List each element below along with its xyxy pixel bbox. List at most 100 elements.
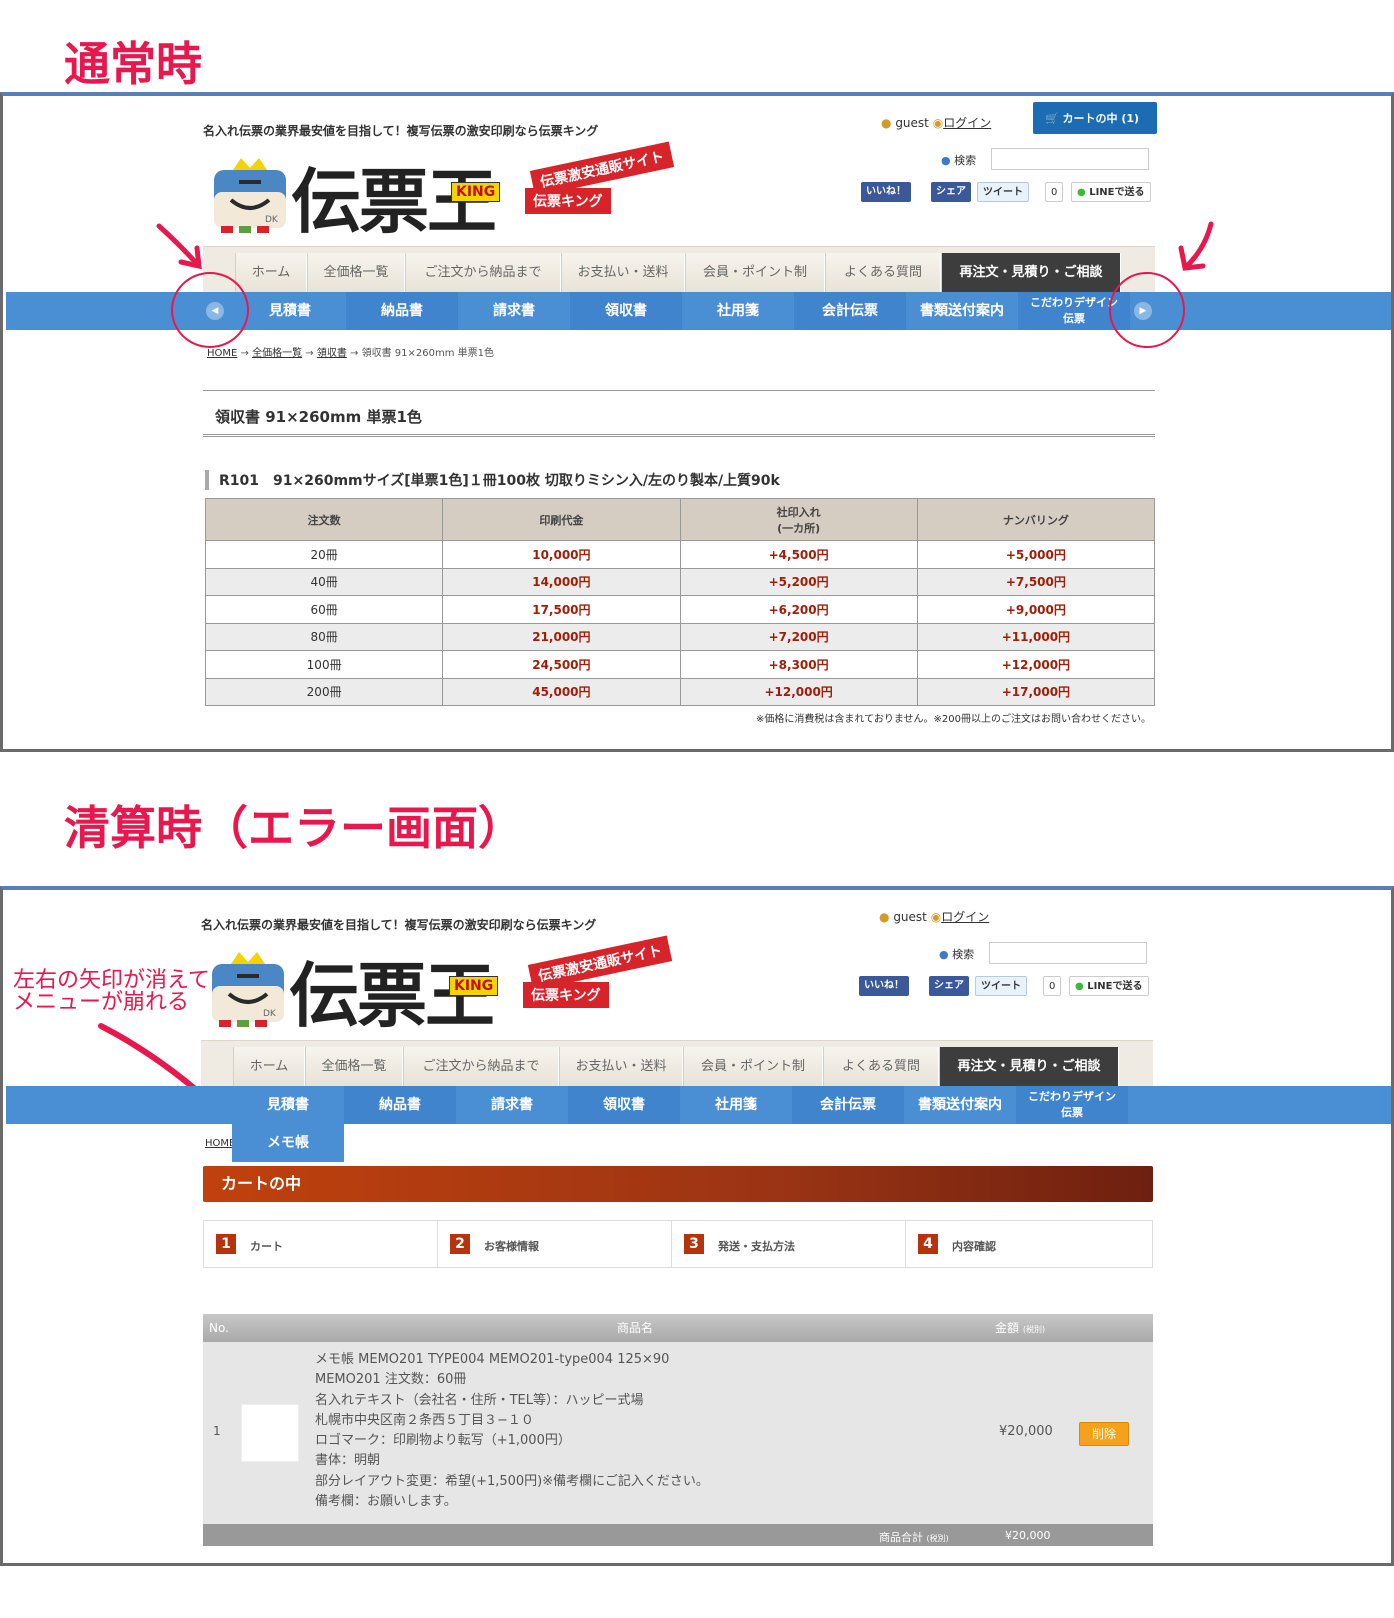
top-nav-order-flow[interactable]: ご注文から納品まで [405, 253, 561, 293]
line-icon: ● [1075, 981, 1084, 992]
category-nav-accounting[interactable]: 会計伝票 [794, 292, 906, 330]
category-nav-delivery[interactable]: 納品書 [344, 1086, 456, 1124]
breadcrumb-home[interactable]: HOME [207, 348, 237, 359]
subtotal-value: ¥20,000 [1005, 1529, 1051, 1542]
category-nav-design[interactable]: こだわりデザイン 伝票 [1016, 1086, 1128, 1124]
highlight-circle-left [171, 272, 249, 348]
highlight-circle-right [1109, 272, 1185, 348]
login-icon: ◉ [930, 910, 942, 924]
category-nav-invoice[interactable]: 請求書 [456, 1086, 568, 1124]
category-nav: 見積書 納品書 請求書 領収書 社用箋 会計伝票 書類送付案内 こだわりデザイン… [6, 1086, 1391, 1124]
divider [203, 434, 1155, 437]
top-nav-price-list[interactable]: 全価格一覧 [307, 253, 405, 293]
category-nav-receipt[interactable]: 領収書 [570, 292, 682, 330]
breadcrumb-price-list[interactable]: 全価格一覧 [252, 348, 302, 359]
top-nav-home[interactable]: ホーム [235, 253, 307, 293]
divider [203, 390, 1155, 391]
top-nav-member[interactable]: 会員・ポイント制 [683, 1047, 823, 1087]
category-nav-invoice[interactable]: 請求書 [458, 292, 570, 330]
facebook-like-button[interactable]: いいね！ [861, 182, 911, 202]
cart-icon: 🛒 [1045, 112, 1059, 125]
top-nav: ホーム 全価格一覧 ご注文から納品まで お支払い・送料 会員・ポイント制 よくあ… [203, 246, 1155, 293]
tweet-count: 0 [1043, 976, 1062, 996]
cart-item-description: メモ帳 MEMO201 TYPE004 MEMO201-type004 125×… [315, 1352, 709, 1510]
login-link[interactable]: ログイン [943, 116, 991, 130]
login-icon: ◉ [932, 116, 944, 130]
breadcrumb-category[interactable]: 領収書 [317, 348, 347, 359]
table-cell: +8,300円 [679, 650, 918, 679]
top-nav-payment[interactable]: お支払い・送料 [559, 1047, 683, 1087]
tweet-button[interactable]: ツイート [977, 182, 1029, 202]
overflow-menu-item-memo[interactable]: メモ帳 [232, 1124, 344, 1162]
top-nav-faq[interactable]: よくある質問 [825, 253, 941, 293]
price-note: ※価格に消費税は含まれておりません。※200冊以上のご注文はお問い合わせください… [756, 714, 1151, 725]
table-cell: 80冊 [204, 622, 444, 651]
table-cell: +12,000円 [916, 650, 1156, 679]
top-nav-price-list[interactable]: 全価格一覧 [305, 1047, 403, 1087]
page-title: 領収書 91×260mm 単票1色 [215, 408, 422, 426]
delete-button[interactable]: 削除 [1079, 1422, 1129, 1446]
checkout-step: 4 内容確認 [906, 1221, 1152, 1267]
top-nav: ホーム 全価格一覧 ご注文から納品まで お支払い・送料 会員・ポイント制 よくあ… [201, 1040, 1153, 1087]
table-cell: +5,000円 [916, 540, 1156, 569]
search-input[interactable] [989, 942, 1147, 964]
checkout-step: 1 カート [204, 1221, 438, 1267]
table-cell: +7,200円 [679, 622, 918, 651]
category-nav-delivery[interactable]: 納品書 [346, 292, 458, 330]
line-share-button[interactable]: ● LINEで送る [1069, 976, 1149, 996]
cart-col-no: No. [209, 1321, 229, 1335]
category-nav-estimate[interactable]: 見積書 [232, 1086, 344, 1124]
top-nav-payment[interactable]: お支払い・送料 [561, 253, 685, 293]
annotation-text: 左右の矢印が消えて メニューが崩れる [13, 968, 210, 1015]
table-cell: +12,000円 [679, 677, 918, 706]
checkout-step: 2 お客様情報 [438, 1221, 672, 1267]
top-nav-member[interactable]: 会員・ポイント制 [685, 253, 825, 293]
checkout-steps: 1 カート 2 お客様情報 3 発送・支払方法 4 内容確認 [203, 1220, 1153, 1268]
category-nav-accounting[interactable]: 会計伝票 [792, 1086, 904, 1124]
category-nav-receipt[interactable]: 領収書 [568, 1086, 680, 1124]
price-table-header: ナンバリング [916, 498, 1156, 541]
table-cell: 21,000円 [442, 622, 681, 651]
facebook-share-button[interactable]: シェア [929, 976, 969, 996]
category-nav-estimate[interactable]: 見積書 [234, 292, 346, 330]
user-name: guest [895, 116, 929, 130]
top-nav-reorder[interactable]: 再注文・見積り・ご相談 [941, 253, 1121, 293]
table-cell: +7,500円 [916, 567, 1156, 596]
top-nav-order-flow[interactable]: ご注文から納品まで [403, 1047, 559, 1087]
logo-mascot-icon: DK [214, 158, 286, 233]
category-nav-letterhead[interactable]: 社用箋 [680, 1086, 792, 1124]
tweet-button[interactable]: ツイート [975, 976, 1027, 996]
top-nav-home[interactable]: ホーム [233, 1047, 305, 1087]
user-area: ● guest ◉ログイン [879, 908, 989, 925]
category-nav-cover-letter[interactable]: 書類送付案内 [906, 292, 1018, 330]
table-cell: +6,200円 [679, 595, 918, 624]
table-cell: 40冊 [204, 567, 444, 596]
category-nav-cover-letter[interactable]: 書類送付案内 [904, 1086, 1016, 1124]
king-badge: KING [451, 182, 501, 202]
subtotal-label: 商品合計 (税別) [879, 1531, 949, 1544]
table-cell: +4,500円 [679, 540, 918, 569]
table-cell: +11,000円 [916, 622, 1156, 651]
breadcrumb-home[interactable]: HOME [205, 1138, 235, 1149]
cart-header-bar: カートの中 [203, 1166, 1153, 1202]
cart-button[interactable]: 🛒 カートの中 (1) [1033, 102, 1157, 134]
cart-item-no: 1 [213, 1424, 221, 1438]
table-cell: 100冊 [204, 650, 444, 679]
user-name: guest [893, 910, 927, 924]
search-label: ● 検索 [941, 154, 977, 167]
table-cell: 17,500円 [442, 595, 681, 624]
breadcrumb: HOME → 全価格一覧 → 領収書 → 領収書 91×260mm 単票1色 [207, 348, 494, 359]
category-nav-letterhead[interactable]: 社用箋 [682, 292, 794, 330]
normal-screen: 名入れ伝票の業界最安値を目指して！複写伝票の激安印刷なら伝票キング DK 伝票王… [0, 92, 1394, 752]
search-icon: ● [939, 948, 949, 961]
top-nav-reorder[interactable]: 再注文・見積り・ご相談 [939, 1047, 1119, 1087]
line-icon: ● [1077, 187, 1086, 198]
facebook-share-button[interactable]: シェア [931, 182, 971, 202]
search-input[interactable] [991, 148, 1149, 170]
line-share-button[interactable]: ● LINEで送る [1071, 182, 1151, 202]
table-cell: 60冊 [204, 595, 444, 624]
svg-text:DK: DK [263, 1009, 277, 1019]
facebook-like-button[interactable]: いいね！ [859, 976, 909, 996]
login-link[interactable]: ログイン [941, 910, 989, 924]
top-nav-faq[interactable]: よくある質問 [823, 1047, 939, 1087]
